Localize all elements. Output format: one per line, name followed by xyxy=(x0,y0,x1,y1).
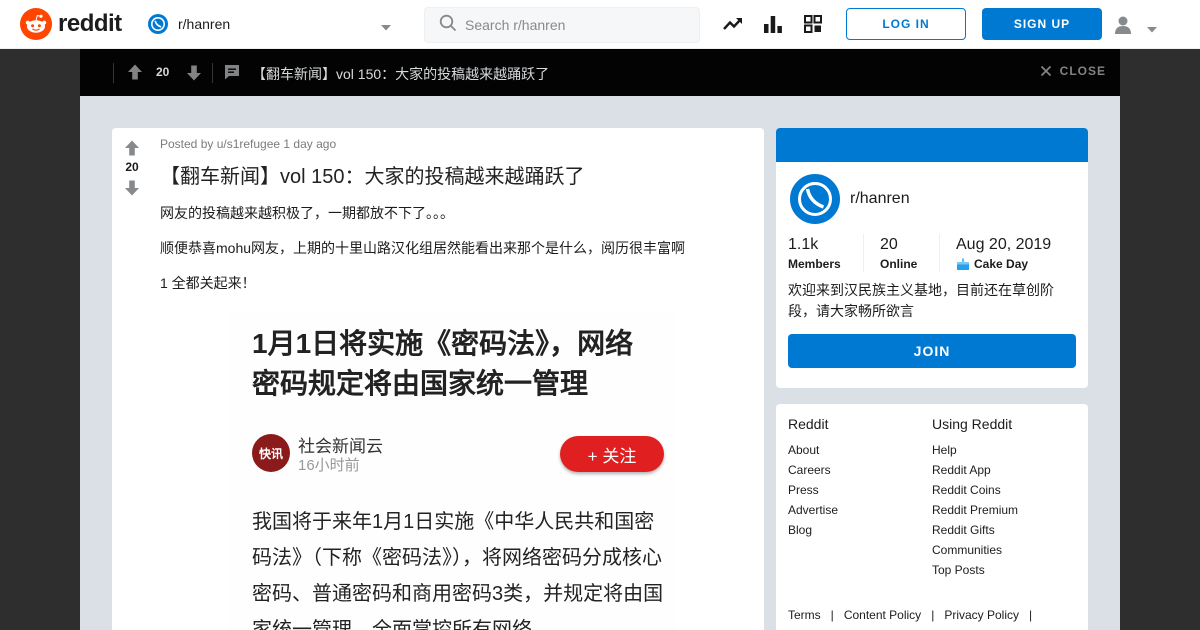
user-icon xyxy=(1112,14,1134,41)
join-button[interactable]: JOIN xyxy=(788,334,1076,368)
follow-button: + 关注 xyxy=(560,436,664,472)
postbar-score: 20 xyxy=(156,65,170,79)
communities-grid-icon[interactable] xyxy=(802,13,824,35)
login-button[interactable]: LOG IN xyxy=(846,8,966,40)
post-paragraph: 网友的投稿越来越积极了，一期都放不下了。。。 xyxy=(160,205,454,221)
logo-wordmark: reddit xyxy=(58,10,122,37)
image-headline: 1月1日将实施《密码法》，网络 密码规定将由国家统一管理 xyxy=(252,324,633,404)
members-count: 1.1k xyxy=(788,236,819,253)
trending-icon[interactable] xyxy=(722,13,744,35)
community-name[interactable]: r/hanren xyxy=(850,190,910,208)
footer-column-title: Using Reddit xyxy=(932,416,1013,432)
community-avatar xyxy=(788,172,842,226)
legal-links: Terms | Content Policy | Privacy Policy … xyxy=(788,608,1032,622)
footer-link[interactable]: Reddit App xyxy=(932,460,1018,480)
post-paragraph: 顺便恭喜mohu网友，上期的十里山路汉化组居然能看出来那个是什么，阅历很丰富啊 xyxy=(160,240,686,256)
postbar-title: 【翻车新闻】vol 150：大家的投稿越来越踊跃了 xyxy=(252,66,550,82)
divider xyxy=(212,63,213,83)
footer-link[interactable]: Careers xyxy=(788,460,838,480)
comments-icon xyxy=(223,63,241,86)
community-switcher[interactable]: r/hanren xyxy=(148,12,398,36)
separator: | xyxy=(1022,608,1033,622)
news-source-logo: 快讯 xyxy=(252,434,290,472)
community-description: 欢迎来到汉民族主义基地，目前还在草创阶段，请大家畅所欲言 xyxy=(788,282,1054,319)
footer-link[interactable]: About xyxy=(788,440,838,460)
close-post-button[interactable]: CLOSE xyxy=(1040,64,1106,78)
chevron-down-icon xyxy=(1146,21,1158,39)
news-source-time: 16小时前 xyxy=(298,457,360,474)
online-count: 20 xyxy=(880,236,898,253)
legal-link[interactable]: Terms xyxy=(788,608,821,622)
legal-link[interactable]: Privacy Policy xyxy=(944,608,1019,622)
divider xyxy=(113,63,114,83)
search-placeholder: Search r/hanren xyxy=(465,17,566,33)
news-source-logo-text: 快讯 xyxy=(258,447,283,461)
close-label: CLOSE xyxy=(1059,64,1106,78)
footer-link[interactable]: Advertise xyxy=(788,500,838,520)
online-label: Online xyxy=(880,257,918,271)
search-icon xyxy=(439,14,457,37)
cake-day-stat: Aug 20, 2019 Cake Day xyxy=(956,236,1051,271)
footer-link[interactable]: Reddit Premium xyxy=(932,500,1018,520)
downvote-icon[interactable] xyxy=(123,179,141,202)
cake-day-label: Cake Day xyxy=(974,257,1029,271)
footer-link[interactable]: Communities xyxy=(932,540,1018,560)
separator: | xyxy=(824,608,841,622)
image-headline-line: 1月1日将实施《密码法》，网络 xyxy=(252,328,634,359)
image-headline-line: 密码规定将由国家统一管理 xyxy=(252,368,589,399)
online-stat: 20 Online xyxy=(880,236,917,271)
stats-chart-icon[interactable] xyxy=(762,13,784,35)
footer-link[interactable]: Reddit Gifts xyxy=(932,520,1018,540)
footer-column-reddit: Reddit About Careers Press Advertise Blo… xyxy=(788,416,838,540)
divider xyxy=(939,234,940,272)
post-meta: Posted by u/s1refugee 1 day ago xyxy=(160,137,337,151)
chevron-down-icon xyxy=(380,19,392,37)
post-overlay-bar: 20 【翻车新闻】vol 150：大家的投稿越来越踊跃了 CLOSE xyxy=(80,49,1120,96)
footer-link[interactable]: Help xyxy=(932,440,1018,460)
top-header: reddit r/hanren Search r/hanren LOG IN S… xyxy=(0,0,1200,49)
divider xyxy=(863,234,864,272)
footer-link[interactable]: Reddit Coins xyxy=(932,480,1018,500)
search-input[interactable]: Search r/hanren xyxy=(424,7,700,43)
footer-link[interactable]: Press xyxy=(788,480,838,500)
vote-column: 20 xyxy=(112,128,152,630)
upvote-icon[interactable] xyxy=(123,139,141,162)
post-title: 【翻车新闻】vol 150：大家的投稿越来越踊跃了 xyxy=(160,166,585,188)
post-score: 20 xyxy=(125,160,139,174)
cake-day-row: Cake Day xyxy=(956,257,1051,271)
created-date: Aug 20, 2019 xyxy=(956,236,1052,253)
reddit-logo[interactable]: reddit xyxy=(20,8,122,40)
downvote-icon[interactable] xyxy=(185,64,203,87)
footer-column-using-reddit: Using Reddit Help Reddit App Reddit Coin… xyxy=(932,416,1018,580)
members-stat: 1.1k Members xyxy=(788,236,841,271)
footer-column-title: Reddit xyxy=(788,416,829,432)
reddit-alien-icon xyxy=(20,8,52,40)
user-menu[interactable] xyxy=(1112,14,1162,36)
community-banner xyxy=(776,128,1088,162)
upvote-icon[interactable] xyxy=(126,63,144,86)
members-label: Members xyxy=(788,257,841,271)
close-icon xyxy=(1040,65,1052,77)
footer-links-card: Reddit About Careers Press Advertise Blo… xyxy=(776,404,1088,630)
community-switcher-label: r/hanren xyxy=(178,16,231,32)
footer-link[interactable]: Top Posts xyxy=(932,560,1018,580)
legal-link[interactable]: Content Policy xyxy=(844,608,921,622)
post-image[interactable]: 1月1日将实施《密码法》，网络 密码规定将由国家统一管理 快讯 社会新闻云 16… xyxy=(228,312,676,630)
cake-icon xyxy=(956,258,970,271)
post-paragraph: 1 全都关起来！ xyxy=(160,275,256,291)
separator: | xyxy=(924,608,941,622)
community-info-card: r/hanren 1.1k Members 20 Online Aug 20, … xyxy=(776,128,1088,388)
footer-link[interactable]: Blog xyxy=(788,520,838,540)
signup-button[interactable]: SIGN UP xyxy=(982,8,1102,40)
image-article-body: 我国将于来年1月1日实施《中华人民共和国密码法》（下称《密码法》），将网络密码分… xyxy=(252,511,664,630)
subreddit-icon xyxy=(148,14,168,34)
